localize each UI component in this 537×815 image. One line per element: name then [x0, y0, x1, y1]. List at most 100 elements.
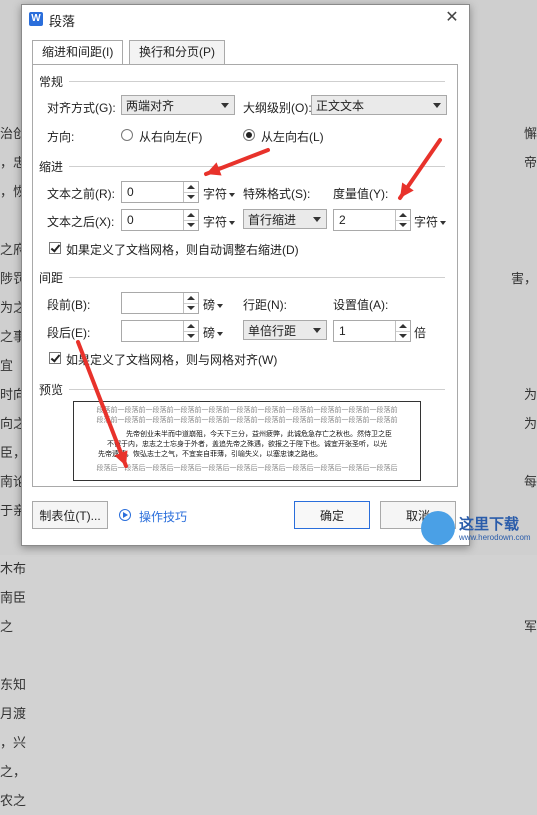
- background-text-line: 每: [523, 474, 537, 489]
- align-label: 对齐方式(G):: [47, 101, 116, 115]
- indent-before-unit-text: 字符: [203, 187, 228, 201]
- outline-level-value: 正文文本: [316, 99, 365, 113]
- spin-down-icon[interactable]: [396, 220, 410, 230]
- background-text-line: [507, 322, 537, 351]
- dialog-title: 段落: [49, 14, 76, 29]
- background-text-line: [507, 90, 537, 119]
- caret-down-icon: [229, 220, 236, 225]
- background-text-line: [507, 757, 537, 786]
- title-bar: W 段落 ✕: [22, 5, 469, 33]
- indent-after-value: 0: [127, 213, 134, 227]
- indent-before-unit[interactable]: 字符: [203, 185, 236, 202]
- section-preview-title: 预览: [39, 383, 64, 397]
- spin-down-icon[interactable]: [184, 220, 198, 230]
- spin-down-icon[interactable]: [184, 192, 198, 202]
- paragraph-dialog: W 段落 ✕ 缩进和间距(I) 换行和分页(P) 常规 对齐方式(G): 两端对…: [21, 4, 470, 546]
- indent-after-unit[interactable]: 字符: [203, 213, 236, 230]
- special-format-value: 首行缩进: [248, 213, 297, 227]
- snap-to-grid-checkbox[interactable]: [49, 352, 61, 364]
- background-text-line: [0, 641, 30, 670]
- wps-writer-icon: W: [29, 12, 43, 26]
- caret-down-icon: [229, 192, 236, 197]
- chevron-down-icon: [313, 328, 321, 333]
- tab-panel: 常规 对齐方式(G): 两端对齐 大纲级别(O): 正文文本 方向: 从右向左(…: [32, 64, 458, 487]
- rtl-label[interactable]: 从右向左(F): [139, 128, 202, 145]
- measure-spinner[interactable]: 2: [333, 209, 411, 231]
- watermark: 这里下载 www.herodown.com: [419, 507, 531, 551]
- outline-level-select[interactable]: 正文文本: [311, 95, 447, 115]
- section-divider: [69, 81, 445, 82]
- setting-value-spinner[interactable]: 1: [333, 320, 411, 342]
- caret-down-icon: [217, 303, 224, 308]
- section-spacing-title: 间距: [39, 271, 64, 285]
- background-text-line: [507, 351, 537, 380]
- spacing-after-spinner[interactable]: [121, 320, 199, 342]
- preview-line: 先帝创业未半而中道崩殂，今天下三分，益州疲弊，此诚危急存亡之秋也。然侍卫之臣: [126, 430, 392, 438]
- spin-down-icon[interactable]: [184, 303, 198, 313]
- spacing-after-label: 段后(E):: [47, 326, 91, 340]
- line-spacing-select[interactable]: 单倍行距: [243, 320, 327, 340]
- spacing-before-spinner[interactable]: [121, 292, 199, 314]
- background-text-line: [507, 670, 537, 699]
- background-text-line: [507, 554, 537, 583]
- background-text-line: 懈: [523, 126, 537, 141]
- rtl-radio[interactable]: [121, 129, 133, 141]
- section-indent-title: 缩进: [39, 160, 64, 174]
- section-divider: [69, 166, 445, 167]
- preview-line: 段落前一段落前一段落前一段落前一段落前一段落前一段落前一段落前一段落前一段落前一…: [96, 406, 398, 414]
- outline-level-label: 大纲级别(O):: [243, 101, 312, 115]
- background-text-line: 农之: [0, 793, 27, 808]
- direction-label: 方向:: [47, 130, 75, 144]
- background-text-line: 为: [523, 387, 537, 402]
- caret-down-icon: [440, 220, 447, 225]
- background-right-text: 懈帝害， 为为每军: [507, 90, 537, 815]
- auto-adjust-right-indent-label[interactable]: 如果定义了文档网格，则自动调整右缩进(D): [66, 241, 299, 258]
- background-text-line: 帝: [523, 155, 537, 170]
- setting-value: 1: [339, 324, 346, 338]
- tabstop-button[interactable]: 制表位(T)...: [32, 501, 108, 529]
- measure-value: 2: [339, 213, 346, 227]
- background-text-line: [507, 206, 537, 235]
- spacing-after-unit[interactable]: 磅: [203, 324, 224, 341]
- indent-before-spinner[interactable]: 0: [121, 181, 199, 203]
- section-divider: [69, 277, 445, 278]
- section-general-title: 常规: [39, 75, 64, 89]
- line-spacing-value: 单倍行距: [248, 324, 297, 338]
- align-select[interactable]: 两端对齐: [121, 95, 235, 115]
- background-text-line: [507, 641, 537, 670]
- background-text-line: 军: [523, 619, 537, 634]
- indent-before-label: 文本之前(R):: [47, 187, 115, 201]
- background-text-line: ，兴: [0, 735, 27, 750]
- tab-line-page-breaks[interactable]: 换行和分页(P): [129, 40, 225, 64]
- background-text-line: 月渡: [0, 706, 27, 721]
- background-text-line: [507, 786, 537, 815]
- special-format-label: 特殊格式(S):: [243, 187, 311, 201]
- paragraph-preview: 段落前一段落前一段落前一段落前一段落前一段落前一段落前一段落前一段落前一段落前一…: [73, 401, 421, 481]
- snap-to-grid-label[interactable]: 如果定义了文档网格，则与网格对齐(W): [66, 351, 277, 368]
- watermark-url: www.herodown.com: [459, 533, 531, 542]
- tab-indent-spacing[interactable]: 缩进和间距(I): [32, 40, 124, 65]
- ok-button[interactable]: 确定: [294, 501, 370, 529]
- spacing-before-label: 段前(B):: [47, 298, 91, 312]
- measure-unit-text: 字符: [414, 215, 439, 229]
- measure-unit[interactable]: 字符: [414, 213, 447, 230]
- setting-value-unit: 倍: [414, 326, 427, 340]
- spacing-before-unit[interactable]: 磅: [203, 296, 224, 313]
- background-text-line: [507, 293, 537, 322]
- section-divider: [69, 389, 445, 390]
- spin-down-icon[interactable]: [396, 331, 410, 341]
- ltr-label[interactable]: 从左向右(L): [261, 128, 324, 145]
- spin-down-icon[interactable]: [184, 331, 198, 341]
- watermark-logo-icon: [421, 511, 455, 545]
- indent-after-spinner[interactable]: 0: [121, 209, 199, 231]
- preview-line: 不懈于内，忠志之士忘身于外者，盖追先帝之殊遇，欲报之于陛下也。诚宜开张圣听，以光: [107, 440, 387, 448]
- auto-adjust-right-indent-checkbox[interactable]: [49, 242, 61, 254]
- tips-link[interactable]: 操作技巧: [139, 508, 187, 525]
- setting-value-label: 设置值(A):: [333, 298, 389, 312]
- background-text-line: 木布: [0, 561, 27, 576]
- measure-label: 度量值(Y):: [333, 187, 389, 201]
- special-format-select[interactable]: 首行缩进: [243, 209, 327, 229]
- close-icon[interactable]: ✕: [443, 9, 461, 27]
- play-circle-icon[interactable]: [119, 509, 131, 521]
- ltr-radio[interactable]: [243, 129, 255, 141]
